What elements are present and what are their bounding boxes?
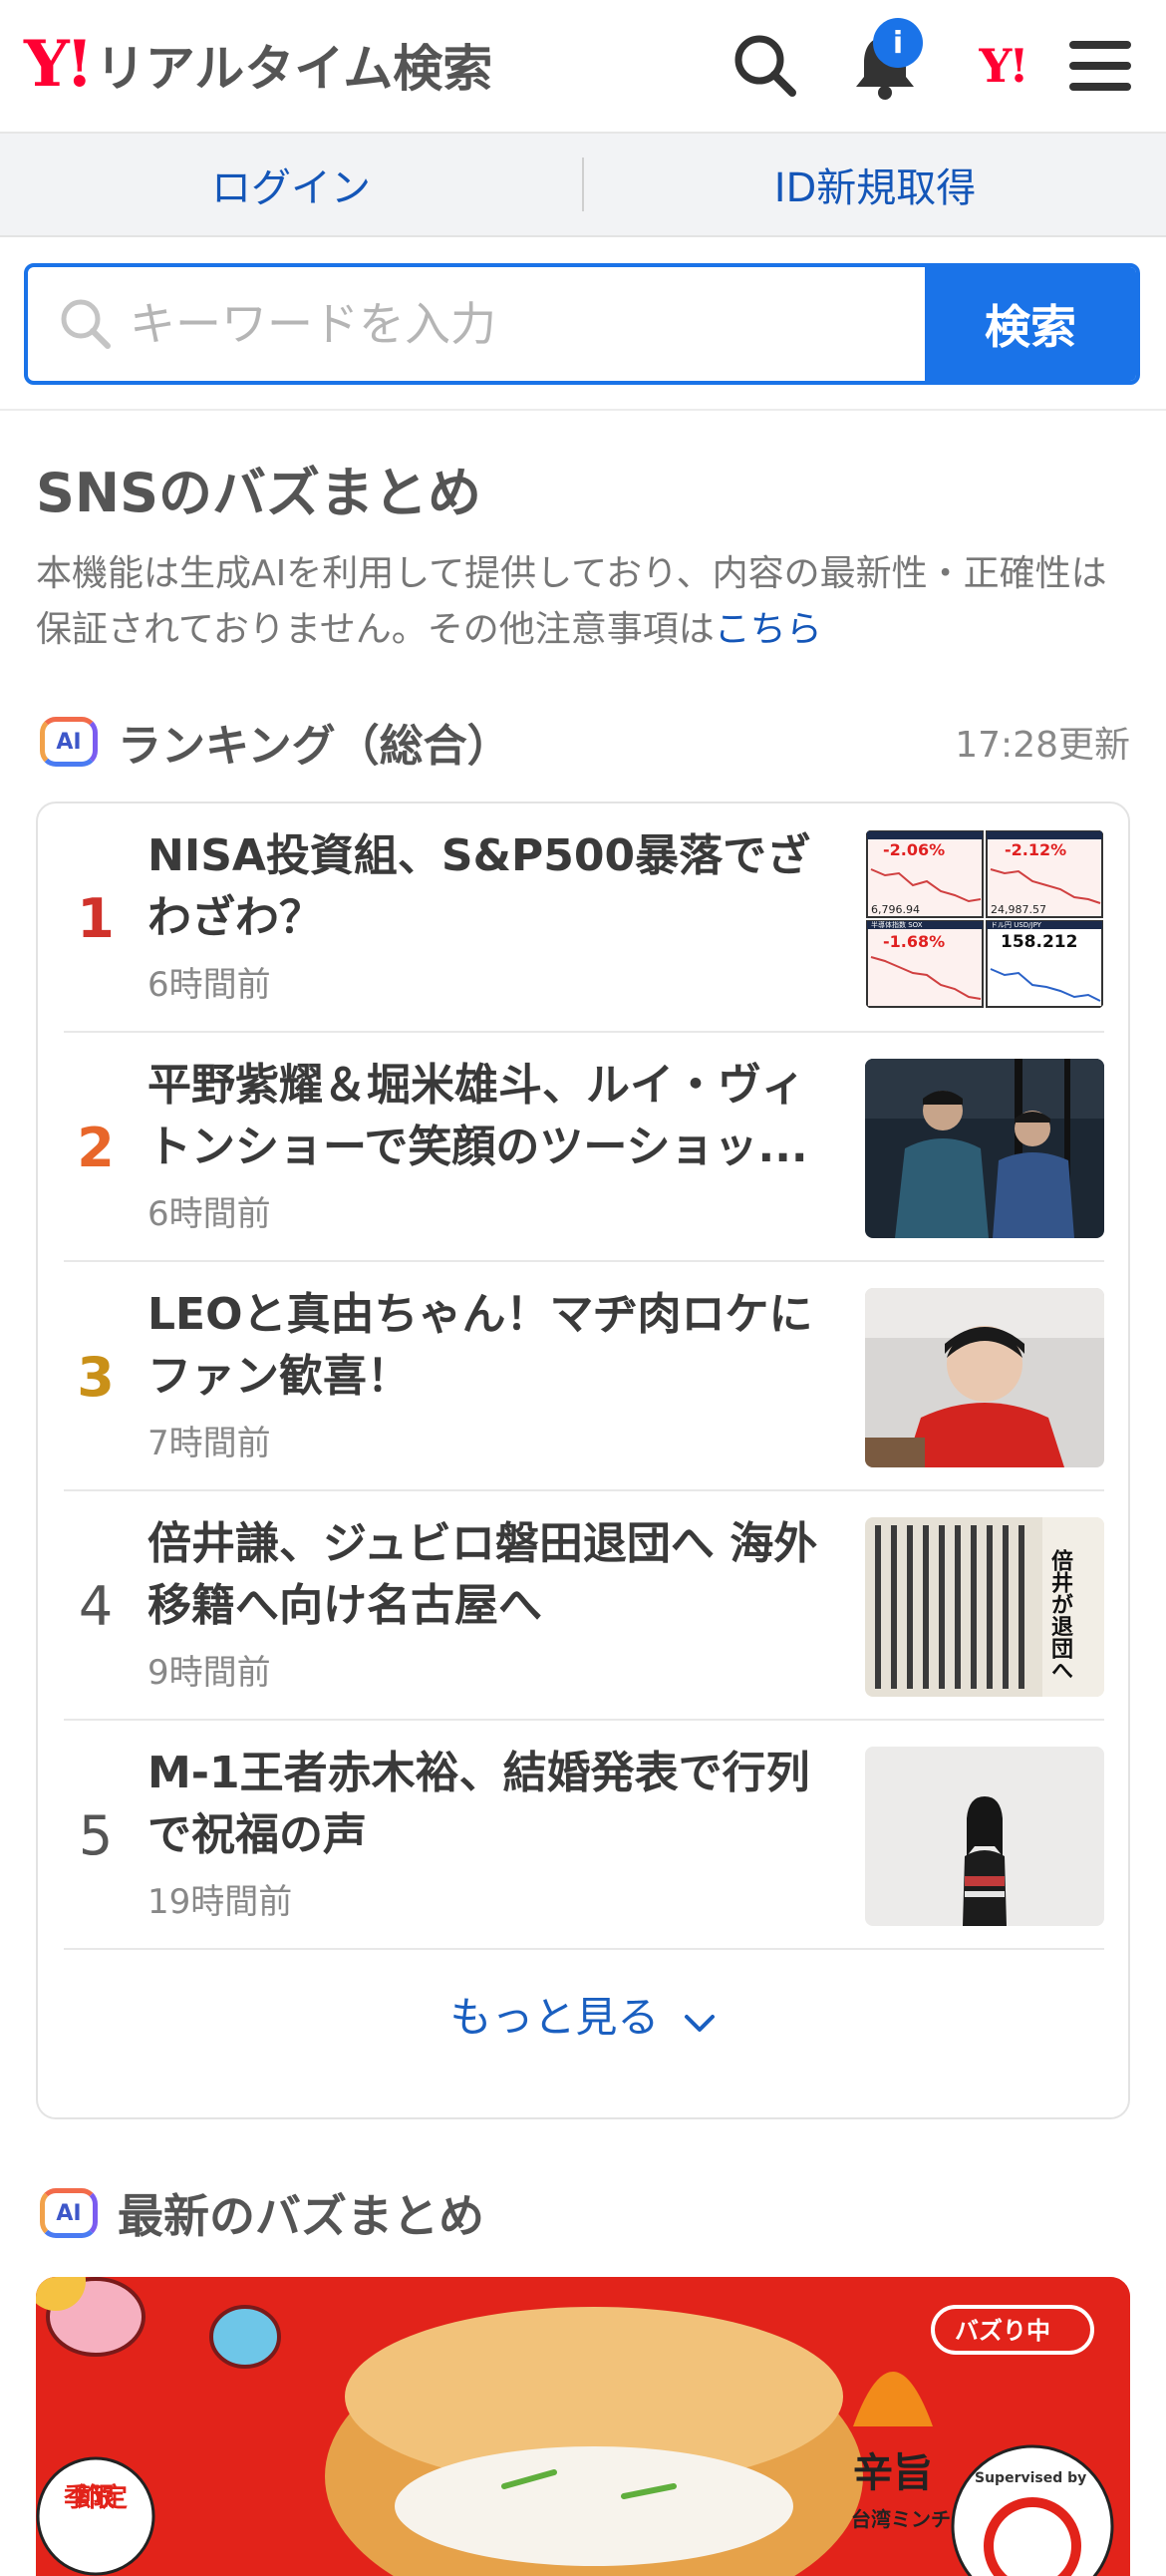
ranking-header: AI ランキング（総合） 17:28更新 [40, 712, 1130, 772]
search-form: 検索 [24, 263, 1140, 385]
item-title[interactable]: NISA投資組、S&P500暴落でざわざわ？ [147, 825, 835, 949]
chart-price-2: 24,987.57 [991, 903, 1046, 916]
banner-buzz-tag: バズり中 [955, 2317, 1050, 2345]
yahoo-top-link[interactable]: Y! [965, 28, 1040, 104]
item-time: 19時間前 [147, 1882, 293, 1922]
banner-sub-text: 台湾ミンチ [851, 2507, 951, 2531]
ranking-card: 1 NISA投資組、S&P500暴落でざわざわ？ 6時間前 -2.06% -2.… [36, 802, 1130, 2119]
notice-link[interactable]: こちら [715, 609, 822, 650]
item-time: 6時間前 [147, 965, 271, 1005]
ai-badge-icon: AI [40, 2188, 98, 2238]
chart-price-1: 6,796.94 [871, 903, 920, 916]
rank-number: 3 [77, 1345, 115, 1409]
chart-value-1: -2.06% [883, 840, 945, 859]
news-photo-thumbnail[interactable] [865, 1059, 1104, 1238]
ranking-item[interactable]: 4 倍井謙、ジュビロ磐田退団へ 海外移籍へ向け名古屋へ 9時間前 倍井が退団へ [64, 1491, 1104, 1721]
chart-value-2: -2.12% [1005, 840, 1066, 859]
search-input[interactable] [114, 297, 925, 351]
ranking-item[interactable]: 3 LEOと真由ちゃん！マヂ肉ロケにファン歓喜！ 7時間前 [64, 1262, 1104, 1491]
chart-label-3: 半導体指数 SOX [871, 920, 923, 929]
banner-spicy-text: 辛旨 [853, 2450, 933, 2496]
latest-header: AI 最新のバズまとめ [40, 2183, 484, 2243]
stock-chart-thumbnail[interactable]: -2.06% -2.12% 6,796.94 24,987.57 半導体指数 S… [865, 829, 1104, 1009]
site-logo[interactable]: Y! リアルタイム検索 [24, 30, 492, 100]
app-header: Y! リアルタイム検索 i Y! [0, 0, 1166, 134]
chart-value-3: -1.68% [883, 932, 945, 951]
search-icon[interactable] [728, 28, 803, 104]
rank-number: 2 [77, 1116, 115, 1179]
section-divider [0, 409, 1166, 411]
login-link[interactable]: ログイン [0, 156, 582, 213]
newspaper-thumbnail[interactable]: 倍井が退団へ [865, 1517, 1104, 1697]
newspaper-headline: 倍井が退団へ [1047, 1548, 1073, 1681]
ai-badge-icon: AI [40, 717, 98, 767]
yahoo-logo-mark: Y! [24, 27, 94, 102]
more-label: もっと見る [449, 1993, 660, 2042]
latest-title: 最新のバズまとめ [118, 2189, 484, 2243]
chart-label-4: ドル円 USD/JPY [991, 921, 1042, 929]
news-photo-thumbnail[interactable] [865, 1288, 1104, 1467]
item-title[interactable]: 倍井謙、ジュビロ磐田退団へ 海外移籍へ向け名古屋へ [147, 1513, 835, 1637]
page-title: SNSのバズまとめ [36, 462, 481, 524]
item-time: 6時間前 [147, 1194, 271, 1234]
chart-value-4: 158.212 [1001, 932, 1077, 952]
banner-season-text: 季節限定 [64, 2482, 128, 2513]
rank-number: 5 [78, 1803, 114, 1867]
notification-badge: i [873, 18, 923, 68]
ranking-item[interactable]: 5 M-1王者赤木裕、結婚発表で行列で祝福の声 19時間前 [64, 1721, 1104, 1950]
search-field [28, 267, 925, 381]
register-link[interactable]: ID新規取得 [584, 156, 1166, 213]
item-title[interactable]: LEOと真由ちゃん！マヂ肉ロケにファン歓喜！ [147, 1284, 835, 1408]
item-title[interactable]: 平野紫耀＆堀米雄斗、ルイ・ヴィトンショーで笑顔のツーショッ... [147, 1055, 835, 1178]
chevron-down-icon [683, 1996, 717, 2045]
search-button[interactable]: 検索 [925, 267, 1136, 381]
menu-icon[interactable] [1062, 28, 1138, 104]
ranking-item[interactable]: 1 NISA投資組、S&P500暴落でざわざわ？ 6時間前 -2.06% -2.… [64, 804, 1104, 1033]
ranking-title: ランキング（総合） [118, 721, 511, 772]
ai-notice: 本機能は生成AIを利用して提供しており、内容の最新性・正確性は保証されておりませ… [36, 546, 1132, 658]
latest-banner-image[interactable]: 辛旨 台湾ミンチ バズり中 季節限定 Supervised by [36, 2277, 1130, 2576]
item-time: 9時間前 [147, 1653, 271, 1693]
rank-number: 4 [78, 1574, 114, 1638]
account-bar: ログイン ID新規取得 [0, 134, 1166, 237]
banner-supervised-text: Supervised by [975, 2470, 1086, 2486]
updated-time: 17:28更新 [955, 725, 1130, 766]
news-photo-thumbnail[interactable] [865, 1747, 1104, 1926]
more-button[interactable]: もっと見る [38, 1984, 1128, 2045]
ai-notice-text: 本機能は生成AIを利用して提供しており、内容の最新性・正確性は保証されておりませ… [36, 553, 1107, 650]
site-title: リアルタイム検索 [95, 40, 493, 98]
ranking-item[interactable]: 2 平野紫耀＆堀米雄斗、ルイ・ヴィトンショーで笑顔のツーショッ... 6時間前 [64, 1033, 1104, 1262]
item-title[interactable]: M-1王者赤木裕、結婚発表で行列で祝福の声 [147, 1743, 835, 1866]
bell-icon[interactable]: i [847, 18, 923, 104]
search-field-icon [58, 296, 114, 352]
rank-number: 1 [77, 886, 115, 950]
item-time: 7時間前 [147, 1424, 271, 1463]
yahoo-mark: Y! [979, 39, 1028, 93]
